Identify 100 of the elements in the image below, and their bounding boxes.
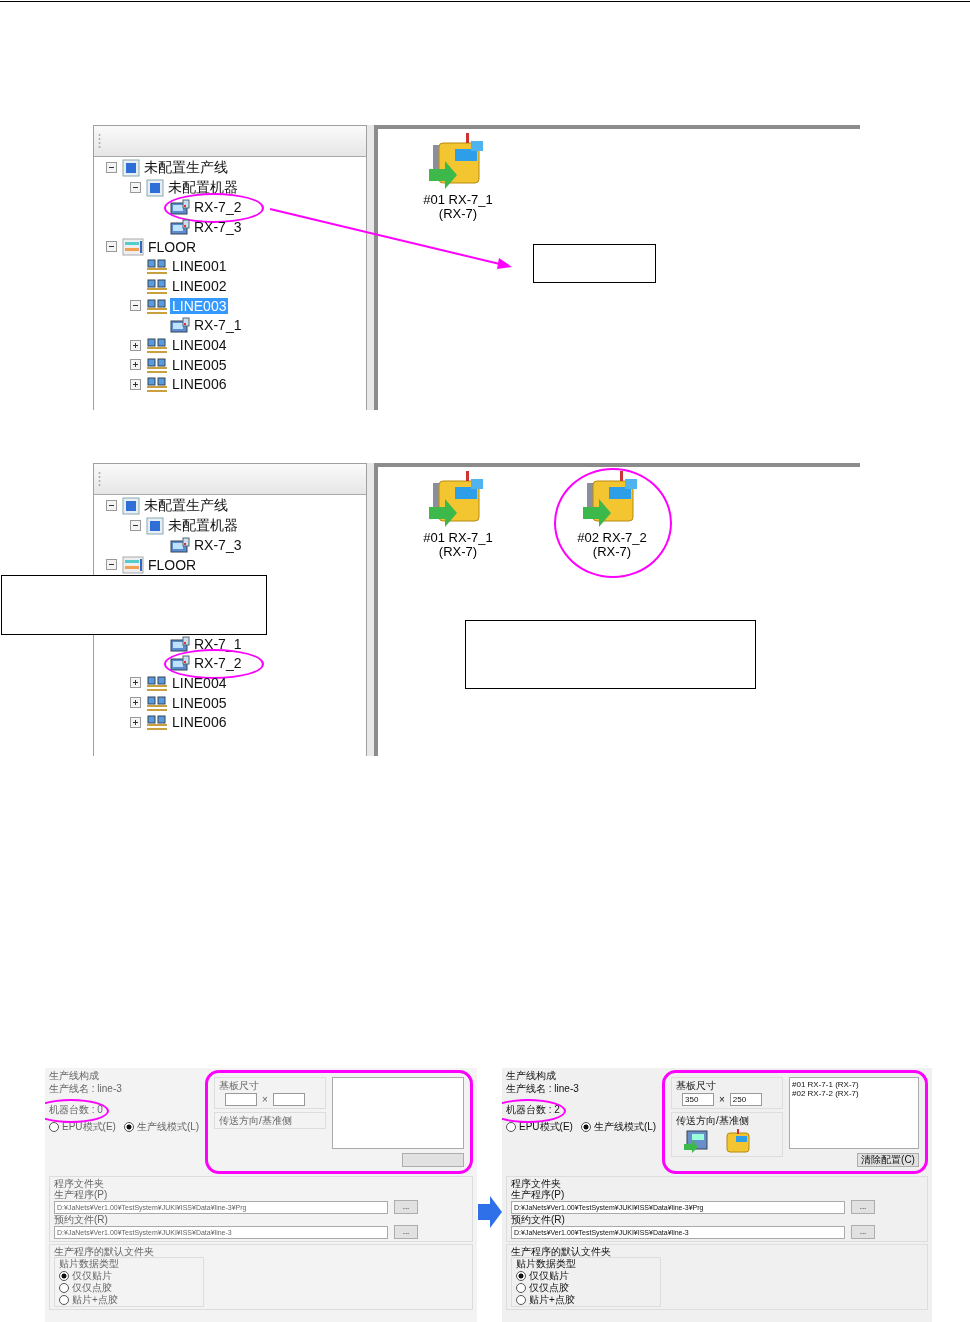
- group-title: 贴片数据类型: [59, 1258, 120, 1269]
- tree-toggle[interactable]: [106, 500, 117, 512]
- width-field[interactable]: 350: [682, 1093, 714, 1106]
- field-label: 生产程序(P): [511, 1189, 566, 1200]
- tree-item[interactable]: LINE004: [170, 674, 229, 691]
- group-title: 程序文件夹: [511, 1178, 562, 1189]
- machine-count: 机器台数 : 0: [49, 1104, 103, 1115]
- right-arrow-icon: [478, 1196, 502, 1228]
- tree-item[interactable]: LINE005: [170, 356, 229, 373]
- radio-button[interactable]: [580, 1121, 591, 1132]
- browse-button[interactable]: ...: [851, 1200, 875, 1214]
- tree-toggle[interactable]: [130, 182, 141, 194]
- tree-item[interactable]: LINE006: [170, 714, 229, 731]
- group-title: 生产程序的默认文件夹: [54, 1246, 155, 1257]
- radio-button[interactable]: [506, 1121, 516, 1132]
- tree-item[interactable]: LINE004: [170, 337, 229, 354]
- node-icon: [122, 496, 140, 515]
- group-title: 生产线构成: [49, 1070, 100, 1081]
- tree-item[interactable]: 未配置机器: [166, 178, 240, 197]
- tree-item[interactable]: 未配置生产线: [142, 496, 230, 515]
- machine-model: (RX-7): [438, 545, 478, 559]
- line-name: 生产线名 : line-3: [506, 1083, 580, 1094]
- machine-label: #01 RX-7_1: [423, 193, 493, 207]
- grid-icon: [122, 555, 144, 574]
- tree-item[interactable]: FLOOR: [146, 238, 199, 255]
- node-icon: [146, 178, 164, 197]
- tree-toggle[interactable]: [130, 677, 141, 689]
- machine-icon: [170, 654, 190, 673]
- machine-model: (RX-7): [438, 207, 478, 221]
- tree-toggle[interactable]: [106, 559, 117, 571]
- group-title: 传送方向/基准侧: [676, 1115, 750, 1126]
- tree-toggle[interactable]: [130, 697, 141, 709]
- tree-toggle[interactable]: [106, 241, 117, 253]
- tree-item[interactable]: 未配置生产线: [142, 158, 230, 177]
- production-line-icon: [146, 257, 168, 276]
- group-title: 基板尺寸: [676, 1080, 717, 1091]
- machine-icon: [170, 217, 190, 236]
- radio-label[interactable]: 仅仅点胶: [529, 1282, 569, 1293]
- grip-icon[interactable]: [98, 471, 101, 487]
- height-field[interactable]: 250: [729, 1093, 762, 1106]
- tree-toggle[interactable]: [130, 359, 141, 371]
- tree-toggle[interactable]: [130, 339, 141, 351]
- radio-label[interactable]: 仅仅贴片: [529, 1270, 569, 1281]
- times-sign: ×: [262, 1094, 268, 1105]
- tree-item[interactable]: LINE002: [170, 277, 229, 294]
- radio-button[interactable]: [516, 1294, 526, 1305]
- tree-toggle[interactable]: [130, 716, 141, 728]
- group-title: 基板尺寸: [219, 1080, 260, 1091]
- machine-label: #02 RX-7_2: [577, 531, 647, 545]
- field-label: 生产程序(P): [54, 1189, 109, 1200]
- machine-icon: [170, 198, 190, 217]
- machine-icon[interactable]: [724, 1128, 752, 1154]
- production-line-icon: [146, 673, 168, 692]
- machine-icon: [170, 536, 190, 555]
- production-line-icon: [146, 713, 168, 732]
- group-title: 传送方向/基准侧: [219, 1115, 293, 1126]
- machine-label: #01 RX-7_1: [423, 531, 493, 545]
- tree-item[interactable]: RX-7_2: [192, 655, 244, 672]
- tree-toggle[interactable]: [130, 520, 141, 532]
- radio-label[interactable]: 生产线模式(L): [593, 1121, 657, 1132]
- tree-toggle[interactable]: [130, 300, 141, 312]
- tree-item[interactable]: LINE001: [170, 258, 229, 275]
- tree-item[interactable]: RX-7_3: [192, 218, 244, 235]
- radio-label[interactable]: EPU模式(E): [519, 1121, 573, 1132]
- times-sign: ×: [719, 1094, 725, 1105]
- tree-toggle[interactable]: [106, 162, 117, 174]
- machine-model: (RX-7): [592, 545, 632, 559]
- production-line-icon: [146, 355, 168, 374]
- machine-icon: [170, 316, 190, 335]
- node-icon: [122, 158, 140, 177]
- group-title: 生产线构成: [506, 1070, 557, 1081]
- production-line-icon: [146, 693, 168, 712]
- grip-icon[interactable]: [98, 133, 101, 149]
- tree-item[interactable]: LINE006: [170, 376, 229, 393]
- group-title: 生产程序的默认文件夹: [511, 1246, 612, 1257]
- tree-toggle[interactable]: [130, 378, 141, 390]
- tree-item[interactable]: RX-7_2: [192, 199, 244, 216]
- machine-list[interactable]: #01 RX-7-1 (RX-7) #02 RX-7-2 (RX-7): [789, 1077, 919, 1149]
- machine-count: 机器台数 : 2: [506, 1104, 560, 1115]
- tree-item[interactable]: LINE005: [170, 694, 229, 711]
- radio-button[interactable]: [516, 1270, 526, 1281]
- production-line-icon: [146, 276, 168, 295]
- browse-button[interactable]: ...: [851, 1225, 875, 1239]
- grid-icon: [122, 237, 144, 256]
- list-item[interactable]: #02 RX-7-2 (RX-7): [792, 1089, 916, 1098]
- tree-item[interactable]: RX-7_3: [192, 537, 244, 554]
- group-title: 程序文件夹: [54, 1178, 105, 1189]
- radio-button[interactable]: [516, 1282, 526, 1293]
- node-icon: [146, 516, 164, 535]
- production-line-icon: [146, 296, 168, 315]
- production-line-icon: [146, 336, 168, 355]
- list-item[interactable]: #01 RX-7-1 (RX-7): [792, 1080, 916, 1089]
- field-label: 预约文件(R): [54, 1214, 109, 1225]
- clear-button[interactable]: 清除配置(C): [857, 1152, 919, 1167]
- tree-item[interactable]: RX-7_1: [192, 317, 244, 334]
- radio-label[interactable]: 贴片+点胶: [529, 1294, 575, 1305]
- tree-item[interactable]: 未配置机器: [166, 516, 240, 535]
- group-title: 贴片数据类型: [516, 1258, 577, 1269]
- tree-item[interactable]: RX-7_1: [192, 635, 244, 652]
- tree-item[interactable]: FLOOR: [146, 556, 199, 573]
